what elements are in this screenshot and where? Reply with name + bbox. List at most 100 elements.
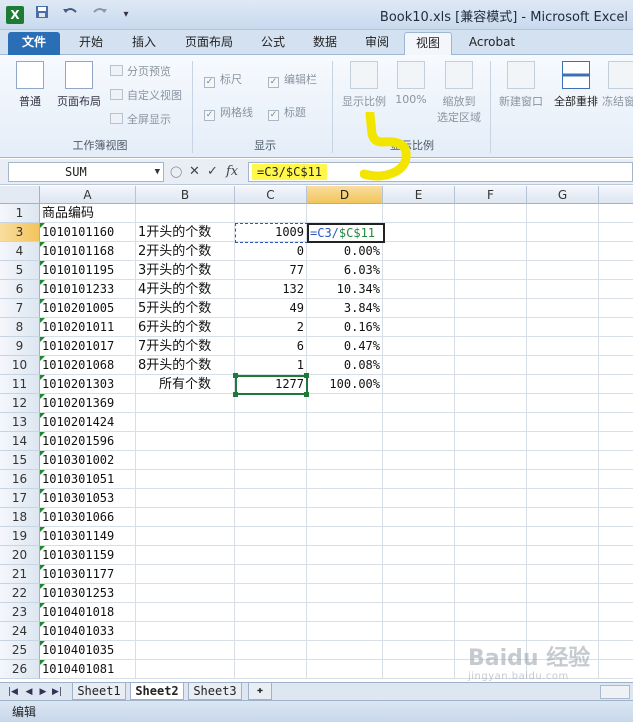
row-header[interactable]: 24: [0, 622, 40, 641]
cell-b[interactable]: [136, 584, 235, 603]
cell-h[interactable]: [599, 337, 633, 356]
column-header-c[interactable]: C: [235, 186, 307, 204]
cell-e[interactable]: [383, 603, 455, 622]
cell-b[interactable]: 1开头的个数: [136, 223, 235, 242]
cell-c[interactable]: [235, 584, 307, 603]
cell-f[interactable]: [455, 242, 527, 261]
cell-g[interactable]: [527, 527, 599, 546]
cell-a[interactable]: 1010101168: [40, 242, 136, 261]
zoom-100-button[interactable]: 100%: [392, 59, 430, 121]
row-header[interactable]: 10: [0, 356, 40, 375]
cell-g[interactable]: [527, 337, 599, 356]
cell-e[interactable]: [383, 375, 455, 394]
cell-d[interactable]: [307, 508, 383, 527]
cell-b[interactable]: [136, 413, 235, 432]
cell-g[interactable]: [527, 394, 599, 413]
insert-sheet-icon[interactable]: ✚: [248, 683, 272, 700]
new-window-button[interactable]: 新建窗口: [494, 59, 548, 121]
cell-a[interactable]: 1010101195: [40, 261, 136, 280]
cell-f[interactable]: [455, 223, 527, 242]
row-header[interactable]: 13: [0, 413, 40, 432]
cell-e[interactable]: [383, 660, 455, 679]
cell-d[interactable]: [307, 546, 383, 565]
cell-a[interactable]: 1010401018: [40, 603, 136, 622]
zoom-to-selection-button[interactable]: 缩放到 选定区域: [432, 59, 486, 124]
cell-c[interactable]: [235, 603, 307, 622]
cell-d[interactable]: 100.00%: [307, 375, 383, 394]
cell-d[interactable]: 0.00%: [307, 242, 383, 261]
cell-e[interactable]: [383, 299, 455, 318]
cell-c[interactable]: [235, 641, 307, 660]
row-header[interactable]: 9: [0, 337, 40, 356]
cell-h[interactable]: [599, 470, 633, 489]
cell-c[interactable]: [235, 527, 307, 546]
last-sheet-icon[interactable]: ▶|: [52, 685, 62, 699]
cell-c[interactable]: [235, 432, 307, 451]
cell-a[interactable]: 1010201424: [40, 413, 136, 432]
arrange-all-button[interactable]: 全部重排: [550, 59, 602, 121]
cell-b[interactable]: 5开头的个数: [136, 299, 235, 318]
cell-d[interactable]: [307, 641, 383, 660]
cell-g[interactable]: [527, 432, 599, 451]
custom-views-button[interactable]: 自定义视图: [110, 87, 182, 105]
cell-f[interactable]: [455, 641, 527, 660]
customize-quick-access-icon[interactable]: ▾: [120, 5, 132, 25]
cell-f[interactable]: [455, 508, 527, 527]
cell-b[interactable]: [136, 489, 235, 508]
row-header[interactable]: 5: [0, 261, 40, 280]
cell-g[interactable]: [527, 375, 599, 394]
ruler-checkbox[interactable]: ✓ 标尺: [204, 71, 242, 89]
cell-c[interactable]: [235, 394, 307, 413]
cell-c[interactable]: [235, 565, 307, 584]
cell-a[interactable]: 1010301177: [40, 565, 136, 584]
cell-f[interactable]: [455, 299, 527, 318]
cell-a[interactable]: 1010201303: [40, 375, 136, 394]
row-header[interactable]: 25: [0, 641, 40, 660]
cell-e[interactable]: [383, 508, 455, 527]
row-header[interactable]: 8: [0, 318, 40, 337]
freeze-panes-button[interactable]: 冻结窗: [602, 59, 633, 121]
cell-e[interactable]: [383, 641, 455, 660]
cell-f[interactable]: [455, 356, 527, 375]
cell-d[interactable]: [307, 527, 383, 546]
cell-g[interactable]: [527, 489, 599, 508]
cell-d[interactable]: [307, 660, 383, 679]
cell-e[interactable]: [383, 489, 455, 508]
cell-b[interactable]: 6开头的个数: [136, 318, 235, 337]
cell-f[interactable]: [455, 584, 527, 603]
cell-h[interactable]: [599, 394, 633, 413]
cell-e[interactable]: [383, 565, 455, 584]
row-header[interactable]: 17: [0, 489, 40, 508]
cell-e[interactable]: [383, 204, 455, 223]
cell-h[interactable]: [599, 584, 633, 603]
cell-g[interactable]: [527, 470, 599, 489]
active-cell-editor[interactable]: =C3/$C$11: [307, 223, 385, 243]
cell-b[interactable]: [136, 508, 235, 527]
cell-h[interactable]: [599, 280, 633, 299]
cell-a[interactable]: 商品编码: [40, 204, 136, 223]
cell-d[interactable]: [307, 489, 383, 508]
cell-e[interactable]: [383, 242, 455, 261]
resize-handle[interactable]: [304, 373, 309, 378]
cell-h[interactable]: [599, 204, 633, 223]
cell-g[interactable]: [527, 565, 599, 584]
insert-function-icon[interactable]: fx: [226, 163, 238, 181]
cell-b[interactable]: [136, 527, 235, 546]
cell-b[interactable]: [136, 565, 235, 584]
save-icon[interactable]: [34, 5, 50, 25]
cell-e[interactable]: [383, 527, 455, 546]
cell-b[interactable]: [136, 432, 235, 451]
cell-e[interactable]: [383, 356, 455, 375]
cell-a[interactable]: 1010101233: [40, 280, 136, 299]
cell-a[interactable]: 1010401081: [40, 660, 136, 679]
tab-formulas[interactable]: 公式: [250, 32, 296, 55]
cell-e[interactable]: [383, 451, 455, 470]
cell-c[interactable]: [235, 413, 307, 432]
cell-d[interactable]: [307, 394, 383, 413]
cell-e[interactable]: [383, 223, 455, 242]
cell-g[interactable]: [527, 280, 599, 299]
cell-d[interactable]: 3.84%: [307, 299, 383, 318]
cell-h[interactable]: [599, 242, 633, 261]
row-header[interactable]: 3: [0, 223, 40, 242]
cell-d[interactable]: [307, 584, 383, 603]
